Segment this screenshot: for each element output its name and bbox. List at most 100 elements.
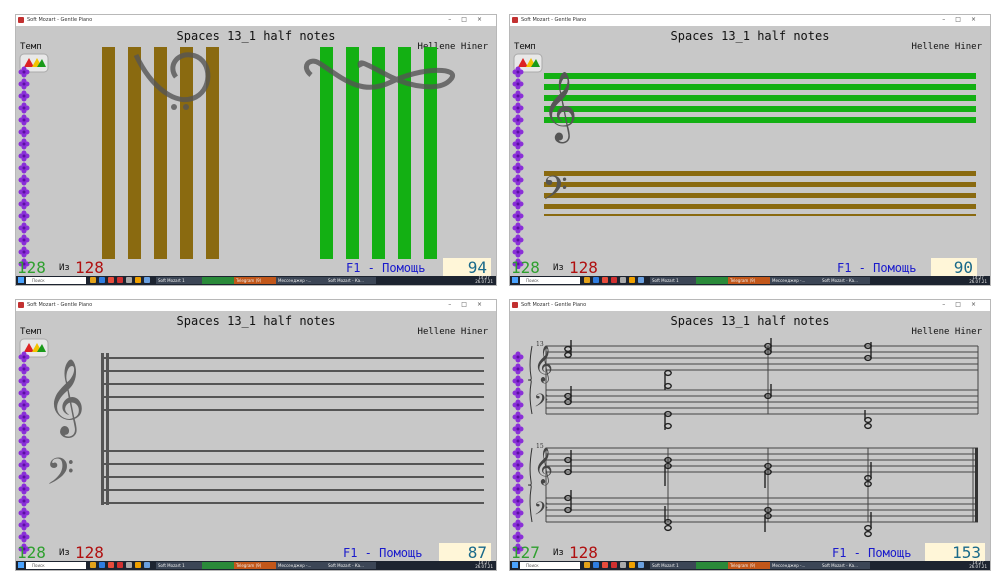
taskbar-app-telegram[interactable]: Telegram (9): [728, 277, 770, 284]
taskbar-clock[interactable]: 14:27 26.07.21: [969, 561, 987, 569]
flower-icon: [512, 150, 524, 162]
chrome-icon[interactable]: [602, 562, 608, 568]
windows-start-icon[interactable]: [18, 562, 24, 568]
explorer-icon[interactable]: [90, 277, 96, 283]
pinned-apps: [90, 562, 153, 569]
app-icon[interactable]: [126, 277, 132, 283]
yandex-icon[interactable]: [611, 277, 617, 283]
store-icon[interactable]: [99, 277, 105, 283]
game-stage[interactable]: Spaces 13_1 half notes Hellene Hiner 13 …: [510, 311, 990, 554]
treble-clef-icon: 𝄞: [46, 358, 85, 438]
explorer-icon[interactable]: [90, 562, 96, 568]
taskbar: Поиск Soft Mozart 1 Telegram (9) Мессенджер…: [16, 276, 496, 285]
flower-icon: [18, 78, 30, 90]
taskbar-app-softmozart[interactable]: Soft Mozart 1: [156, 562, 202, 569]
score-display: 87: [439, 543, 491, 562]
taskbar-app-telegram[interactable]: Telegram (9): [234, 562, 276, 569]
flower-icon: [512, 186, 524, 198]
taskbar: Поиск Soft Mozart 1 Telegram (9) Мессенджер…: [16, 561, 496, 570]
taskbar-app-telegram[interactable]: Telegram (9): [728, 562, 770, 569]
help-hint[interactable]: F1 - Помощь: [346, 261, 425, 275]
taskbar-app-softmozart[interactable]: Soft Mozart 1: [650, 562, 696, 569]
brown-line-3: [544, 193, 976, 198]
help-hint[interactable]: F1 - Помощь: [832, 546, 911, 560]
taskbar-app-softmozart-2[interactable]: Soft Mozart - Ка...: [820, 277, 870, 284]
flower-icon: [512, 351, 524, 363]
app-icon[interactable]: [638, 277, 644, 283]
window-controls[interactable]: –□×: [942, 301, 986, 308]
taskbar-app-messenger[interactable]: Мессенджер -...: [770, 277, 820, 284]
window-controls[interactable]: –□×: [942, 16, 986, 23]
explorer-icon[interactable]: [584, 562, 590, 568]
flower-icon: [18, 387, 30, 399]
total-count: 128: [569, 543, 598, 562]
flower-icon: [18, 210, 30, 222]
store-icon[interactable]: [593, 277, 599, 283]
taskbar-app-softmozart-2[interactable]: Soft Mozart - Ка...: [326, 277, 376, 284]
app-icon[interactable]: [620, 562, 626, 568]
vlc-icon[interactable]: [135, 277, 141, 283]
taskbar-app-whatsapp[interactable]: [202, 277, 234, 284]
taskbar-clock[interactable]: 14:27 26.07.21: [475, 561, 493, 569]
windows-start-icon[interactable]: [512, 277, 518, 283]
chrome-icon[interactable]: [602, 277, 608, 283]
app-window-bottom-right: Soft Mozart - Gentle Piano –□× Spaces 13…: [509, 299, 991, 571]
pinned-apps: [584, 277, 647, 284]
taskbar-clock[interactable]: 14:27 26.07.21: [475, 276, 493, 284]
brace-bar-2: [106, 353, 109, 505]
flower-icon: [18, 519, 30, 531]
flower-icon: [512, 387, 524, 399]
current-count: 128: [17, 543, 46, 562]
yandex-icon[interactable]: [117, 562, 123, 568]
game-stage[interactable]: Spaces 13_1 half notes Темп Hellene Hine…: [16, 311, 496, 554]
game-stage[interactable]: Spaces 13_1 half notes Темп Hellene Hine…: [510, 26, 990, 269]
app-icon[interactable]: [144, 562, 150, 568]
app-icon[interactable]: [620, 277, 626, 283]
clock-date: 26.07.21: [475, 564, 493, 569]
windows-start-icon[interactable]: [512, 562, 518, 568]
chrome-icon[interactable]: [108, 562, 114, 568]
help-hint[interactable]: F1 - Помощь: [837, 261, 916, 275]
flower-icon: [18, 114, 30, 126]
vlc-icon[interactable]: [629, 277, 635, 283]
windows-start-icon[interactable]: [18, 277, 24, 283]
taskbar-app-messenger[interactable]: Мессенджер -...: [276, 562, 326, 569]
taskbar-app-whatsapp[interactable]: [696, 277, 728, 284]
taskbar-app-whatsapp[interactable]: [696, 562, 728, 569]
taskbar-app-messenger[interactable]: Мессенджер -...: [276, 277, 326, 284]
taskbar-search-input[interactable]: Поиск: [520, 277, 580, 284]
vlc-icon[interactable]: [135, 562, 141, 568]
bar-brown-4: [180, 47, 193, 259]
taskbar-app-softmozart-2[interactable]: Soft Mozart - Ка...: [326, 562, 376, 569]
app-icon[interactable]: [638, 562, 644, 568]
game-stage[interactable]: Spaces 13_1 half notes Темп Hellene Hine…: [16, 26, 496, 269]
explorer-icon[interactable]: [584, 277, 590, 283]
total-count: 128: [75, 258, 104, 277]
yandex-icon[interactable]: [611, 562, 617, 568]
taskbar-search-input[interactable]: Поиск: [520, 562, 580, 569]
taskbar-app-telegram[interactable]: Telegram (9): [234, 277, 276, 284]
store-icon[interactable]: [99, 562, 105, 568]
yandex-icon[interactable]: [117, 277, 123, 283]
taskbar-clock[interactable]: 14:27 26.07.21: [969, 276, 987, 284]
taskbar-search-input[interactable]: Поиск: [26, 277, 86, 284]
title-bar: Soft Mozart - Gentle Piano –□×: [510, 15, 990, 26]
help-hint[interactable]: F1 - Помощь: [343, 546, 422, 560]
taskbar-app-whatsapp[interactable]: [202, 562, 234, 569]
taskbar-app-softmozart[interactable]: Soft Mozart 1: [156, 277, 202, 284]
flower-icon: [18, 531, 30, 543]
taskbar-app-messenger[interactable]: Мессенджер -...: [770, 562, 820, 569]
chrome-icon[interactable]: [108, 277, 114, 283]
taskbar: Поиск Soft Mozart 1 Telegram (9) Мессенджер…: [510, 276, 990, 285]
window-controls[interactable]: –□×: [448, 301, 492, 308]
app-icon[interactable]: [144, 277, 150, 283]
window-controls[interactable]: –□×: [448, 16, 492, 23]
app-icon[interactable]: [126, 562, 132, 568]
store-icon[interactable]: [593, 562, 599, 568]
taskbar-app-softmozart[interactable]: Soft Mozart 1: [650, 277, 696, 284]
treble-clef-icon: 𝄞: [534, 344, 553, 383]
taskbar-app-softmozart-2[interactable]: Soft Mozart - Ка...: [820, 562, 870, 569]
taskbar-search-input[interactable]: Поиск: [26, 562, 86, 569]
sheet-music: 13 15 𝄞 𝄢 𝄞 𝄢: [528, 338, 979, 538]
vlc-icon[interactable]: [629, 562, 635, 568]
